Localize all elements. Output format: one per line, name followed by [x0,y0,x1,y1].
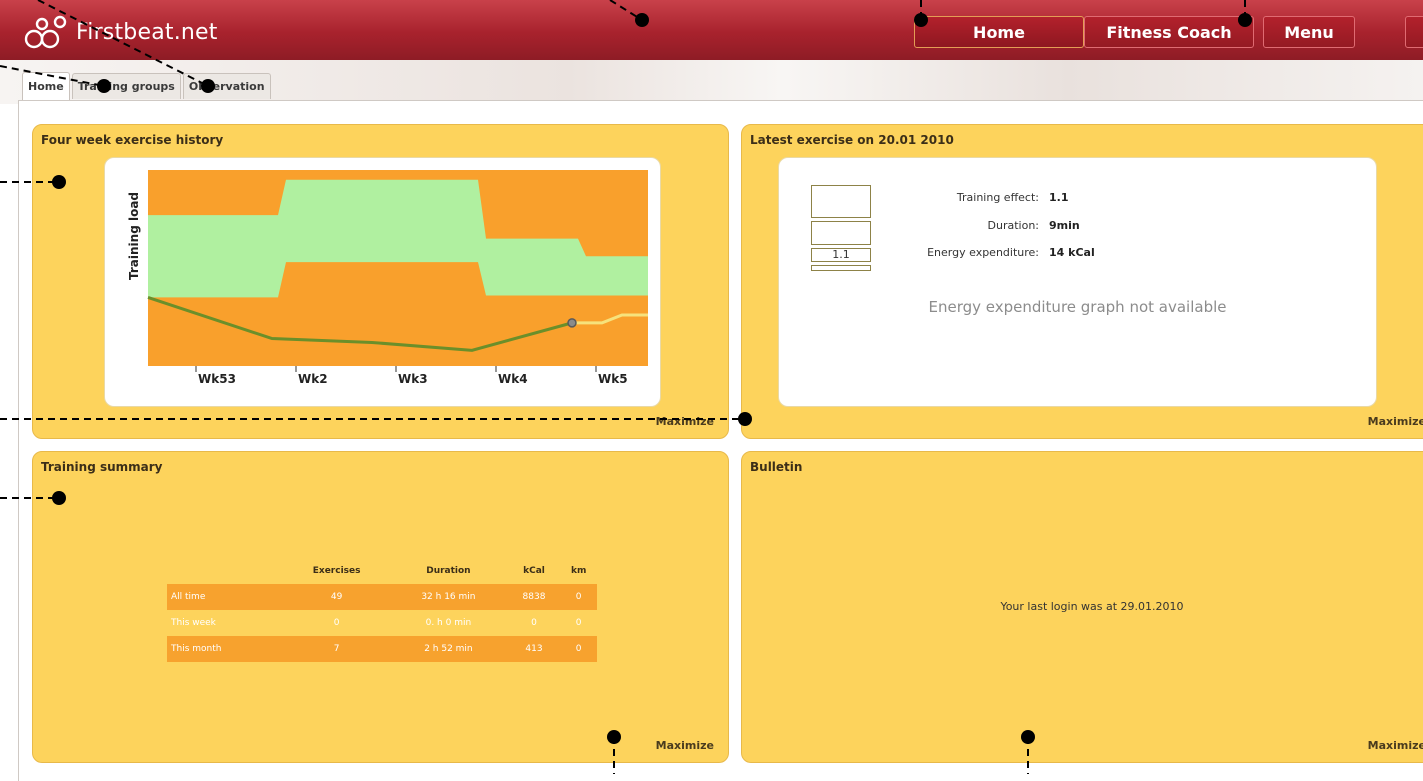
latest-exercise-panel: Latest exercise on 20.01 2010 1.1 Traini… [741,124,1423,439]
y-axis-label: Training load [127,192,141,280]
training-effect-meter-segment [811,265,871,271]
training-effect-value: 1.1 [1049,191,1069,204]
cell-duration: 0. h 0 min [425,618,472,628]
column-header: km [570,566,587,576]
x-tick-label: Wk4 [498,372,528,386]
column-header: Exercises [312,566,361,576]
nav-extra-button[interactable] [1405,16,1423,48]
training-effect-meter-value-box: 1.1 [811,248,871,262]
table-row: All time 49 32 h 16 min 8838 0 [167,584,597,610]
tab-home[interactable]: Home [22,72,70,100]
column-header-blank [167,558,284,584]
x-tick-label: Wk2 [298,372,328,386]
table-row: This week 0 0. h 0 min 0 0 [167,610,597,636]
nav-menu-button[interactable]: Menu [1263,16,1355,48]
bulletin-panel: Bulletin Your last login was at 29.01.20… [741,451,1423,763]
chart-card: Wk53 Wk2 Wk3 Wk4 Wk5 Training load [104,157,661,407]
cell-kcal: 413 [507,636,561,662]
tab-bar: Home Training groups Observation [22,72,273,100]
duration-row: Duration: 9min [869,219,1080,232]
logo[interactable]: Firstbeat.net [22,12,218,52]
tab-observation[interactable]: Observation [182,73,271,99]
exercise-history-chart: Wk53 Wk2 Wk3 Wk4 Wk5 Training load [127,170,648,386]
x-tick-label: Wk3 [398,372,428,386]
top-header-bar: Firstbeat.net Home Fitness Coach Menu [0,0,1423,60]
training-summary-table: Exercises Duration kCal km All time 49 3… [167,558,597,662]
logo-text: Firstbeat.net [76,19,218,45]
table-row: This month 7 2 h 52 min 413 0 [167,636,597,662]
nav-fitness-coach-button[interactable]: Fitness Coach [1084,16,1254,48]
panel-title: Bulletin [750,460,803,474]
tab-training-groups[interactable]: Training groups [71,73,181,99]
cell-exercises: 0 [333,618,340,628]
cell-duration: 32 h 16 min [389,584,508,610]
row-label: This month [167,636,285,662]
training-effect-meter-segment [811,221,871,245]
column-header: Duration [426,566,471,576]
duration-label: Duration: [987,219,1039,232]
energy-graph-unavailable-text: Energy expenditure graph not available [928,298,1227,316]
firstbeat-logo-icon [24,15,67,49]
training-summary-panel: Training summary Exercises Duration kCal… [32,451,729,763]
energy-row: Energy expenditure: 14 kCal [869,246,1095,259]
latest-point-marker [567,318,577,328]
row-label: All time [167,584,285,610]
energy-label: Energy expenditure: [927,246,1039,259]
nav-home-button[interactable]: Home [914,16,1084,48]
panel-title: Four week exercise history [41,133,224,147]
training-effect-row: Training effect: 1.1 [869,191,1069,204]
cell-exercises: 49 [284,584,390,610]
cell-kcal: 8838 [507,584,561,610]
x-tick-label: Wk53 [198,372,236,386]
duration-value: 9min [1049,219,1080,232]
energy-value: 14 kCal [1049,246,1095,259]
maximize-link[interactable]: Maximize [1368,415,1423,428]
cell-duration: 2 h 52 min [389,636,508,662]
x-tick-label: Wk5 [598,372,628,386]
cell-km: 0 [560,584,597,610]
panel-title: Training summary [41,460,163,474]
training-effect-label: Training effect: [956,191,1039,204]
cell-exercises: 7 [284,636,390,662]
cell-kcal: 0 [531,618,537,628]
panel-title: Latest exercise on 20.01 2010 [750,133,954,147]
latest-exercise-card: 1.1 Training effect: 1.1 Duration: 9min En… [778,157,1377,407]
maximize-link[interactable]: Maximize [1368,739,1423,752]
cell-km: 0 [560,636,597,662]
row-label: This week [171,618,216,628]
training-effect-meter-segment [811,185,871,218]
column-header: kCal [523,566,545,576]
maximize-link[interactable]: Maximize [656,415,714,428]
exercise-history-panel: Four week exercise history Wk53 Wk2 Wk3 Wk4… [32,124,729,439]
training-effect-meter-value: 1.1 [832,248,850,261]
table-header-row: Exercises Duration kCal km [167,558,597,584]
cell-km: 0 [575,618,582,628]
maximize-link[interactable]: Maximize [656,739,714,752]
last-login-message: Your last login was at 29.01.2010 [1000,600,1184,613]
